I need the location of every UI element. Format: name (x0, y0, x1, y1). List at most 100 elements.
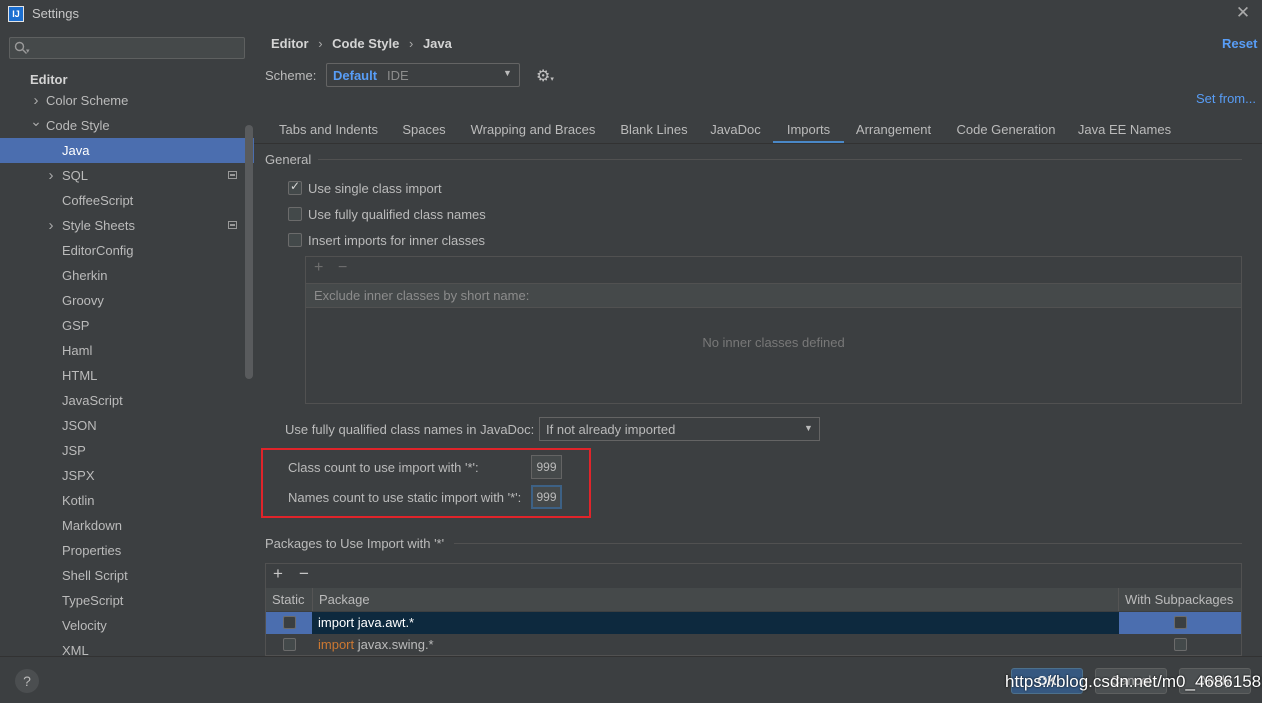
package-keyword: import (318, 615, 355, 630)
table-row[interactable]: import java.awt.* (266, 612, 1241, 634)
packages-table: + − Static Package With Subpackages impo… (265, 563, 1242, 656)
help-button[interactable]: ? (15, 669, 39, 693)
inner-classes-header-text: Exclude inner classes by short name: (314, 288, 530, 303)
use-single-class-import-label[interactable]: Use single class import (308, 181, 442, 196)
tab-arrangement[interactable]: Arrangement (844, 116, 943, 144)
sidebar-item-haml[interactable]: Haml (0, 338, 254, 363)
package-name: java.awt.* (357, 615, 415, 630)
sidebar-item-markdown[interactable]: Markdown (0, 513, 254, 538)
package-cell[interactable]: import javax.swing.* (318, 634, 434, 655)
sidebar-item-sql[interactable]: › SQL (0, 163, 254, 188)
breadcrumb-java: Java (422, 36, 452, 51)
with-subpackages-checkbox[interactable] (1174, 616, 1187, 629)
tab-javadoc[interactable]: JavaDoc (700, 116, 771, 144)
tab-java-ee-names[interactable]: Java EE Names (1069, 116, 1180, 144)
sidebar-scrollbar[interactable] (245, 125, 253, 379)
tab-blank-lines[interactable]: Blank Lines (610, 116, 698, 144)
tab-wrapping-and-braces[interactable]: Wrapping and Braces (458, 116, 608, 144)
names-count-input[interactable]: 999 (531, 485, 562, 509)
column-header-with-subpackages[interactable]: With Subpackages (1119, 588, 1241, 611)
sidebar-item-editorconfig[interactable]: EditorConfig (0, 238, 254, 263)
insert-imports-inner-classes-checkbox[interactable] (288, 233, 302, 247)
sidebar-item-label: SQL (62, 168, 89, 183)
remove-package-button[interactable]: − (299, 564, 309, 584)
sidebar-item-json[interactable]: JSON (0, 413, 254, 438)
names-count-label: Names count to use static import with '*… (288, 490, 522, 505)
column-header-static[interactable]: Static (266, 588, 313, 611)
sidebar-item-javascript[interactable]: JavaScript (0, 388, 254, 413)
column-header-package[interactable]: Package (313, 588, 1119, 611)
scheme-label: Scheme: (265, 68, 317, 83)
static-checkbox[interactable] (283, 616, 296, 629)
gear-icon[interactable]: ⚙▾ (536, 66, 554, 85)
sidebar-item-label: Velocity (62, 618, 107, 633)
sidebar-item-gsp[interactable]: GSP (0, 313, 254, 338)
sidebar-item-coffeescript[interactable]: CoffeeScript (0, 188, 254, 213)
tabs-divider (254, 143, 1262, 144)
use-fully-qualified-label[interactable]: Use fully qualified class names (308, 207, 486, 222)
table-row[interactable]: import javax.swing.* (266, 634, 1241, 655)
reset-link[interactable]: Reset (1222, 36, 1257, 51)
sidebar-item-groovy[interactable]: Groovy (0, 288, 254, 313)
set-from-link[interactable]: Set from... (1196, 91, 1256, 106)
watermark-text: https://blog.csdn.net/m0_46861581 (1005, 672, 1262, 691)
scheme-select[interactable]: Default IDE ▼ (326, 63, 520, 87)
class-count-label: Class count to use import with '*': (288, 460, 479, 475)
with-subpackages-checkbox[interactable] (1174, 638, 1187, 651)
sidebar-item-code-style[interactable]: ⌄ Code Style (0, 113, 254, 138)
tab-code-generation[interactable]: Code Generation (945, 116, 1067, 144)
settings-sidebar: ▾ Editor › Color Scheme ⌄ Code Style Java › SQ… (0, 28, 254, 658)
package-keyword: import (318, 637, 355, 652)
sidebar-item-label: GSP (62, 318, 90, 333)
package-name: javax.swing.* (357, 637, 434, 652)
add-inner-class-button[interactable]: + (314, 259, 323, 277)
tab-spaces[interactable]: Spaces (392, 116, 456, 144)
sidebar-item-gherkin[interactable]: Gherkin (0, 263, 254, 288)
chevron-right-icon[interactable]: › (45, 163, 57, 188)
sidebar-item-label: Style Sheets (62, 218, 135, 233)
sidebar-item-jsp[interactable]: JSP (0, 438, 254, 463)
sidebar-item-style-sheets[interactable]: › Style Sheets (0, 213, 254, 238)
add-package-button[interactable]: + (273, 564, 283, 584)
sidebar-item-properties[interactable]: Properties (0, 538, 254, 563)
sidebar-item-jspx[interactable]: JSPX (0, 463, 254, 488)
insert-imports-inner-classes-label[interactable]: Insert imports for inner classes (308, 233, 485, 248)
sidebar-item-velocity[interactable]: Velocity (0, 613, 254, 638)
sidebar-item-html[interactable]: HTML (0, 363, 254, 388)
sidebar-item-label: TypeScript (62, 593, 124, 608)
breadcrumb-separator: › (318, 36, 323, 51)
settings-main-panel: Editor › Code Style › Java Reset Scheme:… (254, 28, 1262, 656)
sidebar-item-typescript[interactable]: TypeScript (0, 588, 254, 613)
sidebar-item-label: Gherkin (62, 268, 108, 283)
settings-search-input[interactable]: ▾ (9, 37, 245, 59)
class-count-input[interactable]: 999 (531, 455, 562, 479)
sidebar-item-label: Shell Script (62, 568, 128, 583)
javadoc-qualified-select[interactable]: If not already imported ▼ (539, 417, 820, 441)
breadcrumb-editor[interactable]: Editor (271, 36, 309, 51)
use-single-class-import-checkbox[interactable] (288, 179, 302, 195)
sidebar-item-label: Java (62, 143, 90, 158)
sidebar-item-shell-script[interactable]: Shell Script (0, 563, 254, 588)
project-scheme-icon (228, 171, 237, 179)
sidebar-item-kotlin[interactable]: Kotlin (0, 488, 254, 513)
scheme-type: IDE (387, 68, 409, 83)
use-fully-qualified-checkbox[interactable] (288, 207, 302, 221)
package-cell[interactable]: import java.awt.* (318, 612, 414, 634)
chevron-down-icon[interactable]: ⌄ (30, 109, 42, 134)
sidebar-item-java[interactable]: Java (0, 138, 254, 163)
section-divider (454, 543, 1242, 544)
search-dropdown-icon[interactable]: ▾ (26, 47, 30, 55)
tab-imports[interactable]: Imports (773, 116, 844, 144)
breadcrumb-separator: › (408, 36, 414, 51)
tab-tabs-and-indents[interactable]: Tabs and Indents (266, 116, 391, 144)
chevron-down-icon: ▼ (503, 68, 512, 78)
inner-classes-panel: + − Exclude inner classes by short name:… (305, 256, 1242, 404)
close-icon[interactable]: ✕ (1234, 3, 1252, 23)
sidebar-item-label: EditorConfig (62, 243, 134, 258)
intellij-app-icon: IJ (8, 6, 24, 22)
sidebar-item-label: JSON (62, 418, 97, 433)
static-checkbox[interactable] (283, 638, 296, 651)
breadcrumb-code-style[interactable]: Code Style (332, 36, 399, 51)
chevron-right-icon[interactable]: › (45, 213, 57, 238)
remove-inner-class-button[interactable]: − (338, 259, 347, 277)
